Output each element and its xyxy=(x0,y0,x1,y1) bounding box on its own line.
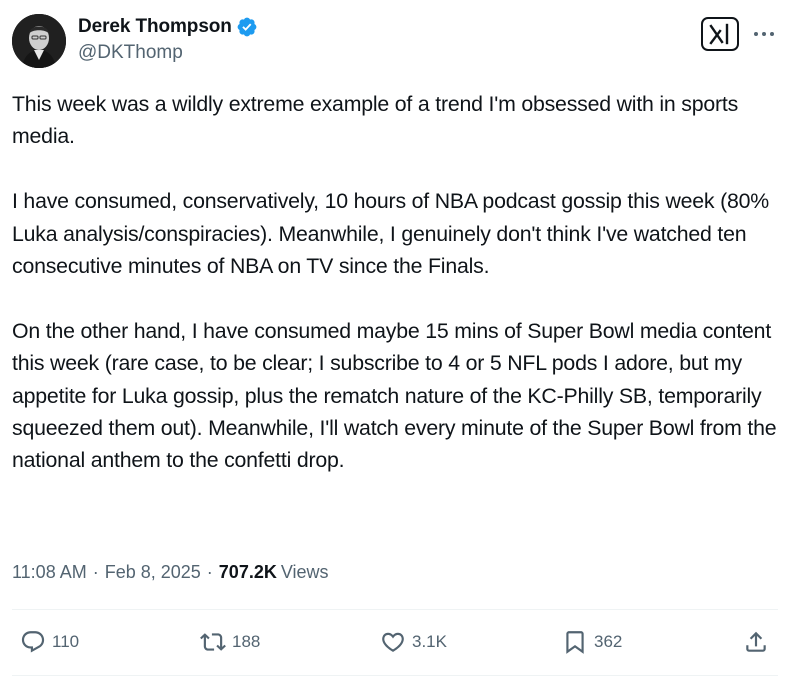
reply-button[interactable]: 110 xyxy=(20,622,79,662)
meta-separator: · xyxy=(92,562,99,582)
tweet-meta: 11:08 AM · Feb 8, 2025 · 707.2K Views xyxy=(12,562,329,583)
share-icon xyxy=(746,631,766,652)
repost-button[interactable]: 188 xyxy=(200,622,260,662)
tweet-text: This week was a wildly extreme example o… xyxy=(12,92,777,473)
grok-button[interactable] xyxy=(701,17,739,51)
meta-separator-2: · xyxy=(206,562,213,582)
verified-badge-icon[interactable] xyxy=(236,16,258,38)
heart-icon xyxy=(382,632,404,652)
share-button[interactable] xyxy=(743,622,769,662)
tweet-time[interactable]: 11:08 AM xyxy=(12,562,87,583)
views-count: 707.2K xyxy=(218,562,277,582)
reply-count: 110 xyxy=(52,632,80,651)
author-handle[interactable]: @DKThomp xyxy=(78,42,258,64)
author-names: Derek Thompson @DKThomp xyxy=(78,14,258,64)
grok-icon xyxy=(709,23,729,45)
tweet-date[interactable]: Feb 8, 2025 xyxy=(105,562,201,583)
tweet-header: Derek Thompson @DKThomp xyxy=(12,14,778,70)
divider-top xyxy=(12,609,778,610)
more-button[interactable] xyxy=(750,20,778,48)
views-label: Views xyxy=(280,562,329,582)
bookmark-count: 362 xyxy=(594,632,623,651)
like-button[interactable]: 3.1K xyxy=(380,622,447,662)
bookmark-icon xyxy=(566,631,584,654)
bookmark-button[interactable]: 362 xyxy=(562,622,622,662)
avatar[interactable] xyxy=(12,14,66,68)
display-name-row: Derek Thompson xyxy=(78,14,258,40)
divider-bottom xyxy=(12,675,778,676)
action-bar: 110 188 3.1K 362 xyxy=(12,622,778,662)
display-name[interactable]: Derek Thompson xyxy=(78,16,232,38)
repost-icon xyxy=(200,633,226,651)
repost-count: 188 xyxy=(232,632,261,651)
avatar-image xyxy=(12,14,66,68)
more-icon xyxy=(754,32,774,36)
reply-icon xyxy=(21,631,45,653)
like-count: 3.1K xyxy=(412,632,447,651)
